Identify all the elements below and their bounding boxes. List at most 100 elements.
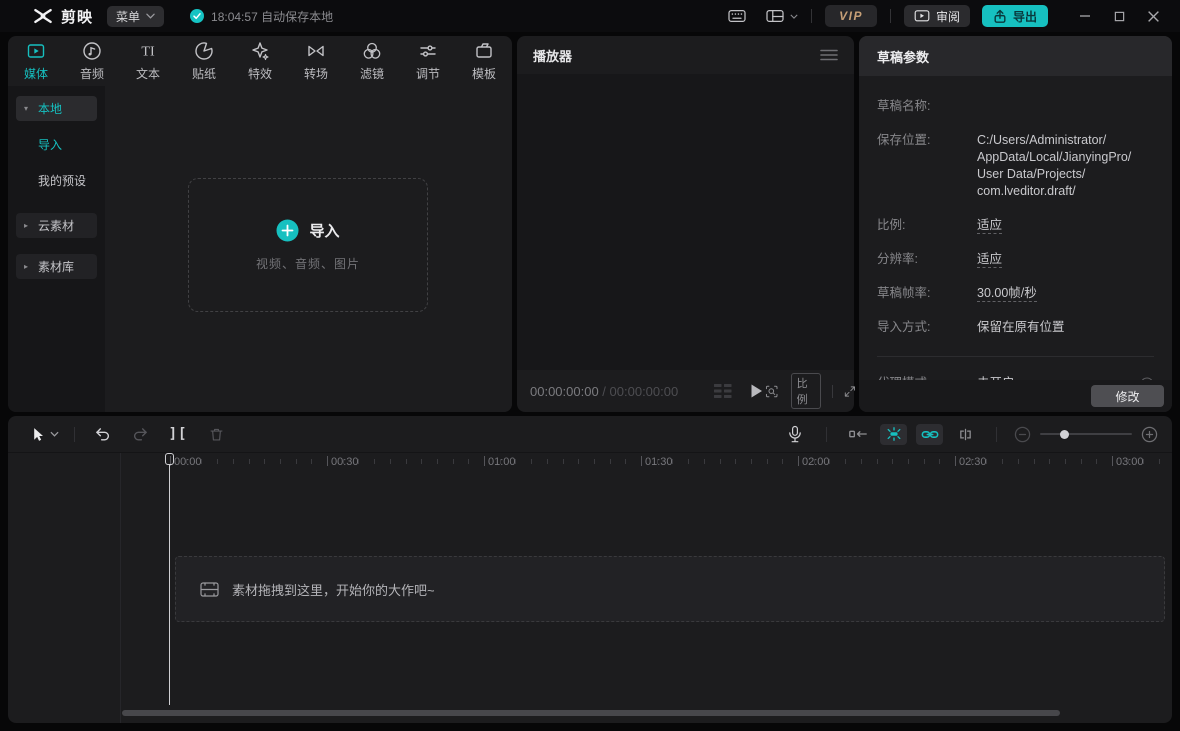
ruler-minor-tick — [437, 459, 438, 464]
tab-media[interactable]: 媒体 — [8, 40, 64, 82]
player-controls: 00:00:00:00 / 00:00:00:00 比例 — [517, 370, 854, 412]
sidebar-item-cloud-material[interactable]: ▸ 云素材 — [16, 213, 97, 238]
close-button[interactable] — [1136, 0, 1170, 32]
field-value[interactable]: 30.00帧/秒 — [977, 286, 1037, 302]
ruler-minor-tick — [453, 459, 454, 464]
chevron-down-icon[interactable] — [50, 431, 59, 437]
playhead[interactable] — [165, 453, 175, 705]
ruler-label: 02:00 — [802, 456, 830, 468]
ruler-label: 02:30 — [959, 456, 987, 468]
ruler-minor-tick — [500, 459, 501, 464]
link-toggle[interactable] — [916, 424, 943, 445]
preview-axis-toggle[interactable] — [952, 424, 979, 445]
maximize-button[interactable] — [1102, 0, 1136, 32]
draft-params-panel: 草稿参数 草稿名称: 保存位置: C:/Users/Administrator/… — [859, 36, 1172, 412]
vip-label: VIP — [839, 9, 863, 23]
layout-caret-icon[interactable] — [790, 14, 798, 19]
export-label: 导出 — [1013, 8, 1037, 25]
import-dropzone[interactable]: 导入 视频、音频、图片 — [188, 178, 428, 312]
ruler-minor-tick — [861, 459, 862, 464]
minimize-button[interactable] — [1068, 0, 1102, 32]
sidebar-item-my-presets[interactable]: 我的预设 — [16, 165, 97, 195]
timeline-ruler[interactable]: 00:0000:3001:0001:3002:0002:3003:00 — [120, 453, 1168, 472]
ruler-minor-tick — [986, 459, 987, 464]
export-button[interactable]: 导出 — [982, 5, 1048, 27]
section-divider — [877, 356, 1154, 357]
ratio-button[interactable]: 比例 — [791, 373, 821, 409]
slider-handle[interactable] — [1060, 430, 1069, 439]
timeline-scrollbar[interactable] — [122, 710, 1060, 716]
modify-button[interactable]: 修改 — [1091, 385, 1164, 407]
tab-filter[interactable]: 滤镜 — [344, 40, 400, 82]
ruler-minor-tick — [578, 459, 579, 464]
ruler-minor-tick — [563, 459, 564, 464]
select-tool-button[interactable] — [22, 426, 66, 443]
timeline-zoom-slider[interactable] — [1040, 427, 1132, 441]
triangle-right-icon: ▸ — [24, 221, 32, 230]
trash-icon — [208, 426, 225, 443]
review-label: 审阅 — [936, 8, 960, 25]
review-button[interactable]: 审阅 — [904, 5, 970, 27]
ruler-minor-tick — [1034, 459, 1035, 464]
tab-transition[interactable]: 转场 — [288, 40, 344, 82]
player-menu-icon[interactable] — [820, 49, 838, 61]
fullscreen-icon[interactable] — [843, 383, 857, 400]
field-value: 保留在原有位置 — [977, 319, 1065, 336]
ruler-minor-tick — [515, 459, 516, 464]
zoom-out-icon[interactable] — [1014, 426, 1031, 443]
ruler-minor-tick — [877, 459, 878, 464]
field-value[interactable]: 适应 — [977, 252, 1002, 268]
autosave-text: 18:04:57 自动保存本地 — [211, 8, 333, 25]
ruler-minor-tick — [1143, 459, 1144, 464]
ruler-minor-tick — [672, 459, 673, 464]
redo-button[interactable] — [121, 421, 159, 447]
tab-template[interactable]: 模板 — [456, 40, 512, 82]
undo-button[interactable] — [83, 421, 121, 447]
ruler-minor-tick — [311, 459, 312, 464]
tab-label: 滤镜 — [360, 65, 384, 82]
ruler-minor-tick — [767, 459, 768, 464]
tab-audio[interactable]: 音频 — [64, 40, 120, 82]
play-button[interactable] — [748, 383, 764, 399]
vip-button[interactable]: VIP — [825, 5, 877, 27]
tab-text[interactable]: TI 文本 — [120, 40, 176, 82]
delete-button[interactable] — [197, 421, 235, 447]
sidebar-item-material-library[interactable]: ▸ 素材库 — [16, 254, 97, 279]
ruler-minor-tick — [233, 459, 234, 464]
ruler-minor-tick — [751, 459, 752, 464]
zoom-in-icon[interactable] — [1141, 426, 1158, 443]
ruler-minor-tick — [1159, 459, 1160, 464]
field-value[interactable]: 适应 — [977, 218, 1002, 234]
sidebar-item-local[interactable]: ▾ 本地 — [16, 96, 97, 121]
split-button[interactable]: ][ — [159, 421, 197, 447]
tab-effects[interactable]: 特效 — [232, 40, 288, 82]
tab-adjust[interactable]: 调节 — [400, 40, 456, 82]
player-viewport — [517, 74, 854, 370]
track-dropzone[interactable]: 素材拖拽到这里，开始你的大作吧~ — [175, 556, 1165, 622]
ruler-label: 03:00 — [1116, 456, 1144, 468]
timecode-current: 00:00:00:00 — [530, 384, 599, 399]
draft-row-ratio: 比例: 适应 — [877, 217, 1154, 234]
ruler-label: 01:00 — [488, 456, 516, 468]
ruler-major-tick — [1112, 456, 1113, 466]
main-track-magnet-icon — [848, 427, 868, 441]
main-track-magnet-toggle[interactable] — [844, 424, 871, 445]
ruler-minor-tick — [971, 459, 972, 464]
layout-switch-icon[interactable] — [765, 8, 785, 24]
menu-button[interactable]: 菜单 — [107, 6, 164, 27]
sidebar-item-label: 云素材 — [38, 217, 74, 234]
shortcut-keyboard-icon[interactable] — [727, 8, 747, 24]
sidebar-item-import[interactable]: 导入 — [16, 129, 97, 159]
ruler-minor-tick — [1065, 459, 1066, 464]
record-voice-button[interactable] — [781, 421, 809, 447]
preview-zoom-icon[interactable] — [764, 382, 779, 401]
draft-row-name: 草稿名称: — [877, 98, 1154, 115]
preview-quality-icon[interactable] — [714, 384, 732, 398]
transition-icon — [305, 40, 327, 62]
tab-sticker[interactable]: 贴纸 — [176, 40, 232, 82]
auto-snap-toggle[interactable] — [880, 424, 907, 445]
toolbar-divider — [826, 427, 827, 442]
autosave-status: 18:04:57 自动保存本地 — [190, 8, 333, 25]
field-label: 草稿名称: — [877, 98, 977, 115]
ruler-major-tick — [798, 456, 799, 466]
